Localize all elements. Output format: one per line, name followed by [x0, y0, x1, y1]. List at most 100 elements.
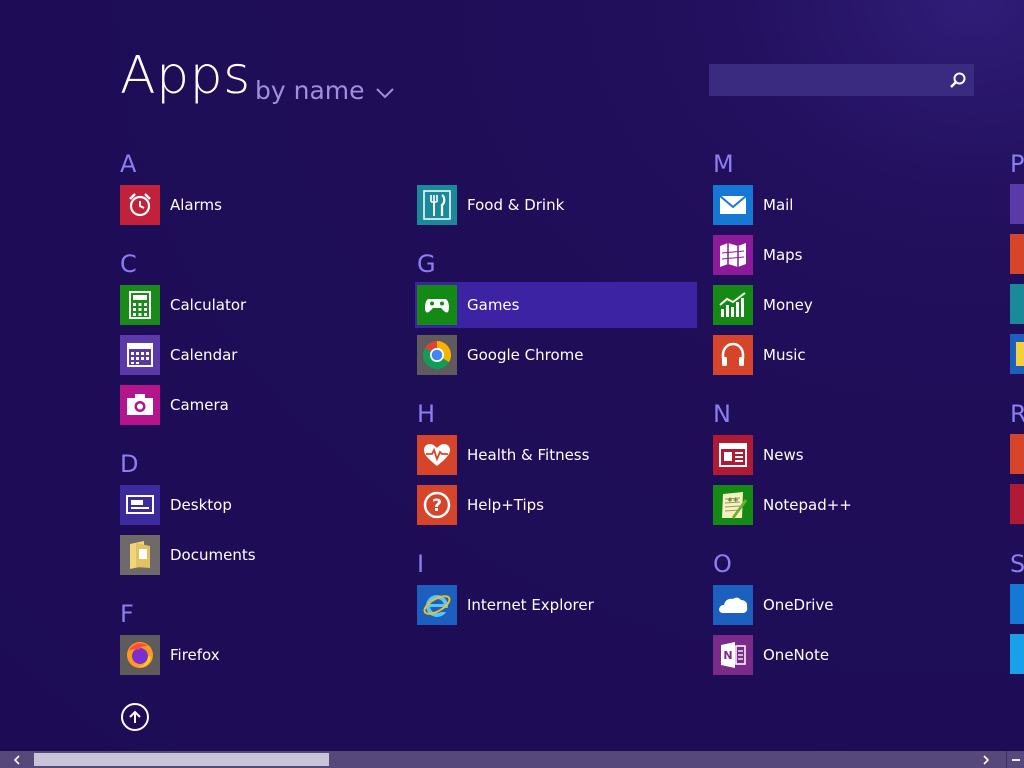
partial-tile-photos[interactable] — [1010, 284, 1024, 324]
group-letter-n[interactable]: N — [713, 402, 731, 426]
app-label: Mail — [763, 196, 794, 214]
app-label: Food & Drink — [467, 196, 565, 214]
sort-label: by name — [255, 76, 365, 105]
svg-text:N: N — [723, 649, 732, 662]
svg-text:++: ++ — [727, 496, 739, 504]
page-title: Apps — [120, 46, 251, 106]
chrome-icon — [417, 335, 457, 375]
app-label: Desktop — [170, 496, 232, 514]
firefox-icon — [120, 635, 160, 675]
group-letter-s[interactable]: S — [1010, 552, 1024, 576]
app-maps[interactable]: Maps — [713, 234, 993, 276]
gamepad-icon — [417, 285, 457, 325]
app-calculator[interactable]: Calculator — [120, 284, 400, 326]
app-alarms[interactable]: Alarms — [120, 184, 400, 226]
app-label: Documents — [170, 546, 256, 564]
app-label: News — [763, 446, 804, 464]
group-letter-h[interactable]: H — [417, 402, 435, 426]
group-letter-f[interactable]: F — [120, 602, 134, 626]
group-letter-m[interactable]: M — [713, 152, 734, 176]
app-label: Alarms — [170, 196, 222, 214]
app-internet-explorer[interactable]: Internet Explorer — [417, 584, 697, 626]
partial-tile-settings[interactable] — [1010, 184, 1024, 224]
group-letter-p[interactable]: P — [1010, 152, 1024, 176]
camera-icon — [120, 385, 160, 425]
search-input[interactable] — [709, 64, 955, 96]
alarm-clock-icon — [120, 185, 160, 225]
heart-pulse-icon — [417, 435, 457, 475]
app-label: Maps — [763, 246, 803, 264]
app-label: Internet Explorer — [467, 596, 594, 614]
up-arrow-icon[interactable] — [121, 703, 149, 731]
fork-knife-icon — [417, 185, 457, 225]
partial-tile-skype[interactable] — [1010, 634, 1024, 674]
map-icon — [713, 235, 753, 275]
notepad-icon: ++ — [713, 485, 753, 525]
app-documents[interactable]: Documents — [120, 534, 400, 576]
group-letter-g[interactable]: G — [417, 252, 436, 276]
app-help-tips[interactable]: ? Help+Tips — [417, 484, 697, 526]
search-box — [709, 64, 974, 96]
partial-tile-pc-settings[interactable] — [1010, 334, 1024, 374]
group-letter-a[interactable]: A — [120, 152, 136, 176]
scroll-left-icon[interactable] — [0, 751, 34, 768]
group-letter-r[interactable]: R — [1010, 402, 1024, 426]
app-onenote[interactable]: N OneNote — [713, 634, 993, 676]
desktop-icon — [120, 485, 160, 525]
internet-explorer-icon — [417, 585, 457, 625]
app-games[interactable]: Games — [415, 282, 697, 328]
app-mail[interactable]: Mail — [713, 184, 993, 226]
group-letter-d[interactable]: D — [120, 452, 138, 476]
calculator-icon — [120, 285, 160, 325]
group-letter-c[interactable]: C — [120, 252, 137, 276]
scroll-right-icon[interactable] — [972, 751, 1000, 768]
app-camera[interactable]: Camera — [120, 384, 400, 426]
app-money[interactable]: Money — [713, 284, 993, 326]
question-icon: ? — [417, 485, 457, 525]
app-google-chrome[interactable]: Google Chrome — [417, 334, 697, 376]
search-icon[interactable] — [948, 70, 968, 90]
headphones-icon — [713, 335, 753, 375]
app-label: Games — [467, 296, 520, 314]
app-health-fitness[interactable]: Health & Fitness — [417, 434, 697, 476]
app-label: Health & Fitness — [467, 446, 590, 464]
folder-icon — [120, 535, 160, 575]
partial-tile-scan[interactable] — [1010, 584, 1024, 624]
calendar-icon — [120, 335, 160, 375]
app-label: Google Chrome — [467, 346, 584, 364]
app-food-drink[interactable]: Food & Drink — [417, 184, 697, 226]
app-label: Money — [763, 296, 813, 314]
svg-text:?: ? — [432, 496, 442, 516]
scrollbar-thumb[interactable] — [34, 753, 329, 766]
app-label: Calendar — [170, 346, 238, 364]
group-letter-i[interactable]: I — [417, 552, 424, 576]
app-label: OneNote — [763, 646, 830, 664]
onenote-icon: N — [713, 635, 753, 675]
app-desktop[interactable]: Desktop — [120, 484, 400, 526]
partial-tile-reading-list[interactable] — [1010, 484, 1024, 524]
app-label: Calculator — [170, 296, 247, 314]
sort-dropdown[interactable]: by name — [255, 76, 395, 105]
cloud-icon — [713, 585, 753, 625]
app-label: Notepad++ — [763, 496, 852, 514]
app-onedrive[interactable]: OneDrive — [713, 584, 993, 626]
app-notepad-plus-plus[interactable]: ++ Notepad++ — [713, 484, 993, 526]
newspaper-icon — [713, 435, 753, 475]
app-label: OneDrive — [763, 596, 834, 614]
app-music[interactable]: Music — [713, 334, 993, 376]
mail-icon — [713, 185, 753, 225]
app-label: Firefox — [170, 646, 220, 664]
app-label: Camera — [170, 396, 229, 414]
chart-icon — [713, 285, 753, 325]
app-label: Music — [763, 346, 806, 364]
chevron-down-icon — [375, 87, 394, 98]
group-letter-o[interactable]: O — [713, 552, 732, 576]
app-label: Help+Tips — [467, 496, 544, 514]
partial-tile-reader[interactable] — [1010, 434, 1024, 474]
app-firefox[interactable]: Firefox — [120, 634, 400, 676]
horizontal-scrollbar[interactable] — [0, 751, 1024, 768]
zoom-out-icon[interactable] — [1006, 751, 1024, 768]
app-calendar[interactable]: Calendar — [120, 334, 400, 376]
app-news[interactable]: News — [713, 434, 993, 476]
partial-tile-people[interactable] — [1010, 234, 1024, 274]
